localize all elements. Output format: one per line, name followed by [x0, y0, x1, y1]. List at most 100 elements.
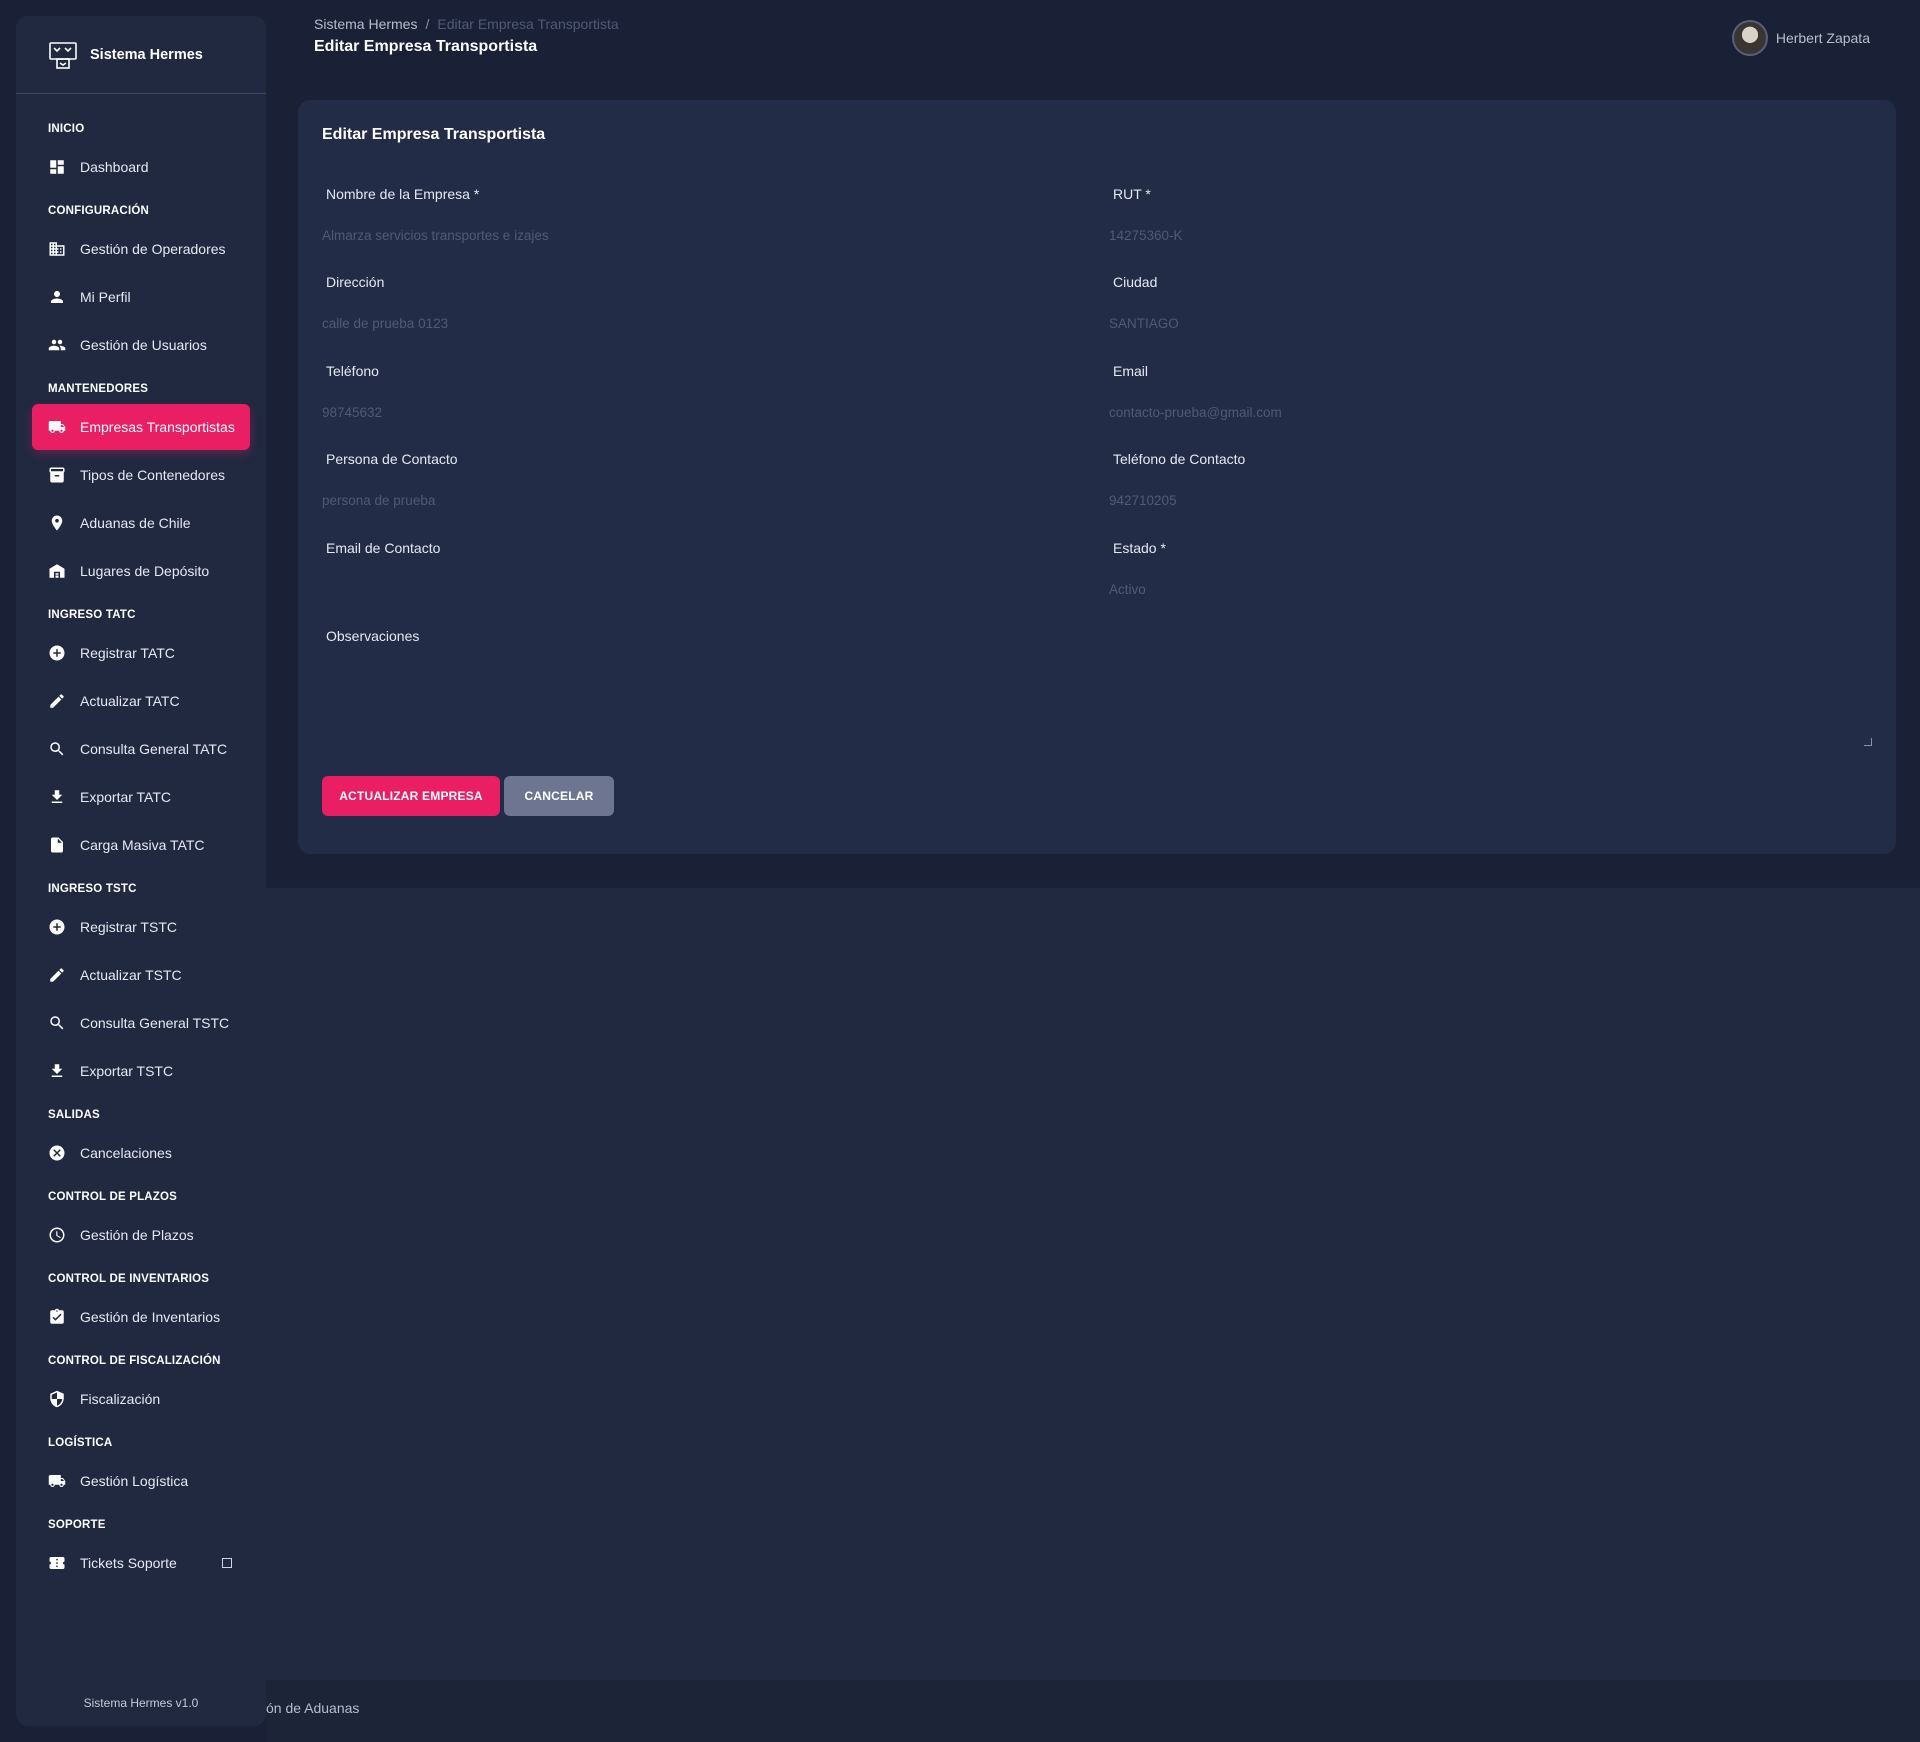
breadcrumb-current: Editar Empresa Transportista [437, 16, 619, 32]
sidebar-item-label: Carga Masiva TATC [80, 837, 205, 853]
user-menu[interactable]: Herbert Zapata [1731, 20, 1870, 56]
sidebar-item-label: Exportar TSTC [80, 1063, 174, 1079]
content-background [266, 888, 1920, 1680]
user-name: Herbert Zapata [1775, 30, 1870, 46]
telefono-contacto-input[interactable]: 942710205 [1109, 493, 1869, 508]
sidebar-item-cancelaciones[interactable]: Cancelaciones [32, 1130, 250, 1176]
sidebar-item-label: Gestión de Inventarios [80, 1309, 221, 1325]
field-label: Dirección [326, 274, 385, 290]
page-title: Editar Empresa Transportista [314, 38, 538, 55]
clock-icon [48, 1226, 66, 1244]
section-title-control-plazos: CONTROL DE PLAZOS [48, 1191, 178, 1203]
sidebar-item-lugares-deposito[interactable]: Lugares de Depósito [32, 548, 250, 594]
breadcrumb: Sistema Hermes / Editar Empresa Transpor… [314, 16, 1880, 32]
sidebar-item-carga-masiva-tatc[interactable]: Carga Masiva TATC [32, 822, 250, 868]
persona-contacto-input[interactable]: persona de prueba [322, 493, 1082, 508]
brand[interactable]: Sistema Hermes [16, 16, 266, 94]
field-nombre: Nombre de la Empresa * Almarza servicios… [322, 186, 1082, 243]
pencil-icon [48, 692, 66, 710]
direccion-input[interactable]: calle de prueba 0123 [322, 316, 1082, 331]
sidebar-item-exportar-tatc[interactable]: Exportar TATC [32, 774, 250, 820]
email-input[interactable]: contacto-prueba@gmail.com [1109, 405, 1869, 420]
telefono-input[interactable]: 98745632 [322, 405, 1082, 420]
building-icon [48, 240, 66, 258]
field-label: Teléfono [326, 363, 379, 379]
sidebar-item-fiscalizacion[interactable]: Fiscalización [32, 1376, 250, 1422]
sidebar-item-operadores[interactable]: Gestión de Operadores [32, 226, 250, 272]
ciudad-input[interactable]: SANTIAGO [1109, 316, 1869, 331]
sidebar-version: Sistema Hermes v1.0 [83, 1696, 199, 1710]
field-estado: Estado * Activo [1109, 540, 1869, 597]
field-direccion: Dirección calle de prueba 0123 [322, 274, 1082, 331]
ticket-icon [48, 1554, 66, 1572]
field-ciudad: Ciudad SANTIAGO [1109, 274, 1869, 331]
sidebar-item-empresas-transportistas[interactable]: Empresas Transportistas [32, 404, 250, 450]
sidebar-item-actualizar-tatc[interactable]: Actualizar TATC [32, 678, 250, 724]
breadcrumb-root[interactable]: Sistema Hermes [314, 16, 417, 32]
sidebar-item-consulta-tstc[interactable]: Consulta General TSTC [32, 1000, 250, 1046]
sidebar-item-usuarios[interactable]: Gestión de Usuarios [32, 322, 250, 368]
archive-icon [48, 466, 66, 484]
sidebar-item-consulta-tatc[interactable]: Consulta General TATC [32, 726, 250, 772]
sidebar-item-gestion-inventarios[interactable]: Gestión de Inventarios [32, 1294, 250, 1340]
section-title-inicio: INICIO [48, 123, 85, 135]
sidebar-item-dashboard[interactable]: Dashboard [32, 144, 250, 190]
avatar[interactable] [1731, 20, 1768, 56]
footer-text: ón de Aduanas [266, 1700, 360, 1716]
people-icon [48, 336, 66, 354]
field-persona-contacto: Persona de Contacto persona de prueba [322, 451, 1082, 508]
footer: ón de Aduanas [266, 1680, 1920, 1742]
sidebar-item-gestion-logistica[interactable]: Gestión Logística [32, 1458, 250, 1504]
download-icon [48, 1062, 66, 1080]
field-label: Observaciones [326, 628, 420, 644]
section-title-mantenedores: MANTENEDORES [48, 383, 149, 395]
resize-handle-icon[interactable] [1864, 738, 1872, 746]
sidebar-item-label: Actualizar TATC [80, 693, 180, 709]
cancel-circle-icon [48, 1144, 66, 1162]
section-title-salidas: SALIDAS [48, 1109, 100, 1121]
clipboard-check-icon [48, 1308, 66, 1326]
field-label: Nombre de la Empresa * [326, 186, 480, 202]
sidebar-item-registrar-tatc[interactable]: Registrar TATC [32, 630, 250, 676]
cancel-button[interactable]: CANCELAR [504, 776, 614, 816]
sidebar-item-label: Mi Perfil [80, 289, 131, 305]
email-contacto-input[interactable] [322, 582, 1082, 598]
topbar: Sistema Hermes / Editar Empresa Transpor… [314, 16, 1880, 76]
rut-input[interactable]: 14275360-K [1109, 228, 1869, 243]
sidebar-item-aduanas[interactable]: Aduanas de Chile [32, 500, 250, 546]
sidebar-item-label: Registrar TSTC [80, 919, 177, 935]
sidebar-item-label: Empresas Transportistas [80, 419, 235, 435]
field-label: RUT * [1113, 186, 1151, 202]
update-company-button[interactable]: ACTUALIZAR EMPRESA [322, 776, 500, 816]
section-title-ingreso-tstc: INGRESO TSTC [48, 883, 137, 895]
sidebar-item-mi-perfil[interactable]: Mi Perfil [32, 274, 250, 320]
field-label: Persona de Contacto [326, 451, 458, 467]
estado-select[interactable]: Activo [1109, 582, 1869, 597]
nombre-input[interactable]: Almarza servicios transportes e izajes [322, 228, 1082, 243]
field-email: Email contacto-prueba@gmail.com [1109, 363, 1869, 420]
sidebar-item-label: Actualizar TSTC [80, 967, 182, 983]
section-title-configuracion: CONFIGURACIÓN [48, 205, 149, 217]
breadcrumb-separator: / [425, 16, 430, 32]
section-title-soporte: SOPORTE [48, 1519, 106, 1531]
sidebar-item-label: Registrar TATC [80, 645, 175, 661]
sidebar-item-tipos-contenedores[interactable]: Tipos de Contenedores [32, 452, 250, 498]
location-pin-icon [48, 514, 66, 532]
sidebar-item-label: Dashboard [80, 159, 149, 175]
section-title-control-inventarios: CONTROL DE INVENTARIOS [48, 1273, 210, 1285]
sidebar-item-gestion-plazos[interactable]: Gestión de Plazos [32, 1212, 250, 1258]
sidebar-item-actualizar-tstc[interactable]: Actualizar TSTC [32, 952, 250, 998]
observaciones-textarea[interactable] [322, 648, 1872, 746]
download-icon [48, 788, 66, 806]
sidebar-item-registrar-tstc[interactable]: Registrar TSTC [32, 904, 250, 950]
search-icon [48, 740, 66, 758]
edit-company-card: Editar Empresa Transportista Nombre de l… [298, 100, 1896, 854]
sidebar-item-exportar-tstc[interactable]: Exportar TSTC [32, 1048, 250, 1094]
add-circle-icon [48, 644, 66, 662]
sidebar-item-label: Tickets Soporte [80, 1555, 177, 1571]
truck-icon [48, 1472, 66, 1490]
external-link-icon [222, 1558, 232, 1568]
sidebar-item-tickets-soporte[interactable]: Tickets Soporte [32, 1540, 250, 1586]
sidebar-item-label: Gestión de Operadores [80, 241, 226, 257]
sidebar-item-label: Cancelaciones [80, 1145, 172, 1161]
